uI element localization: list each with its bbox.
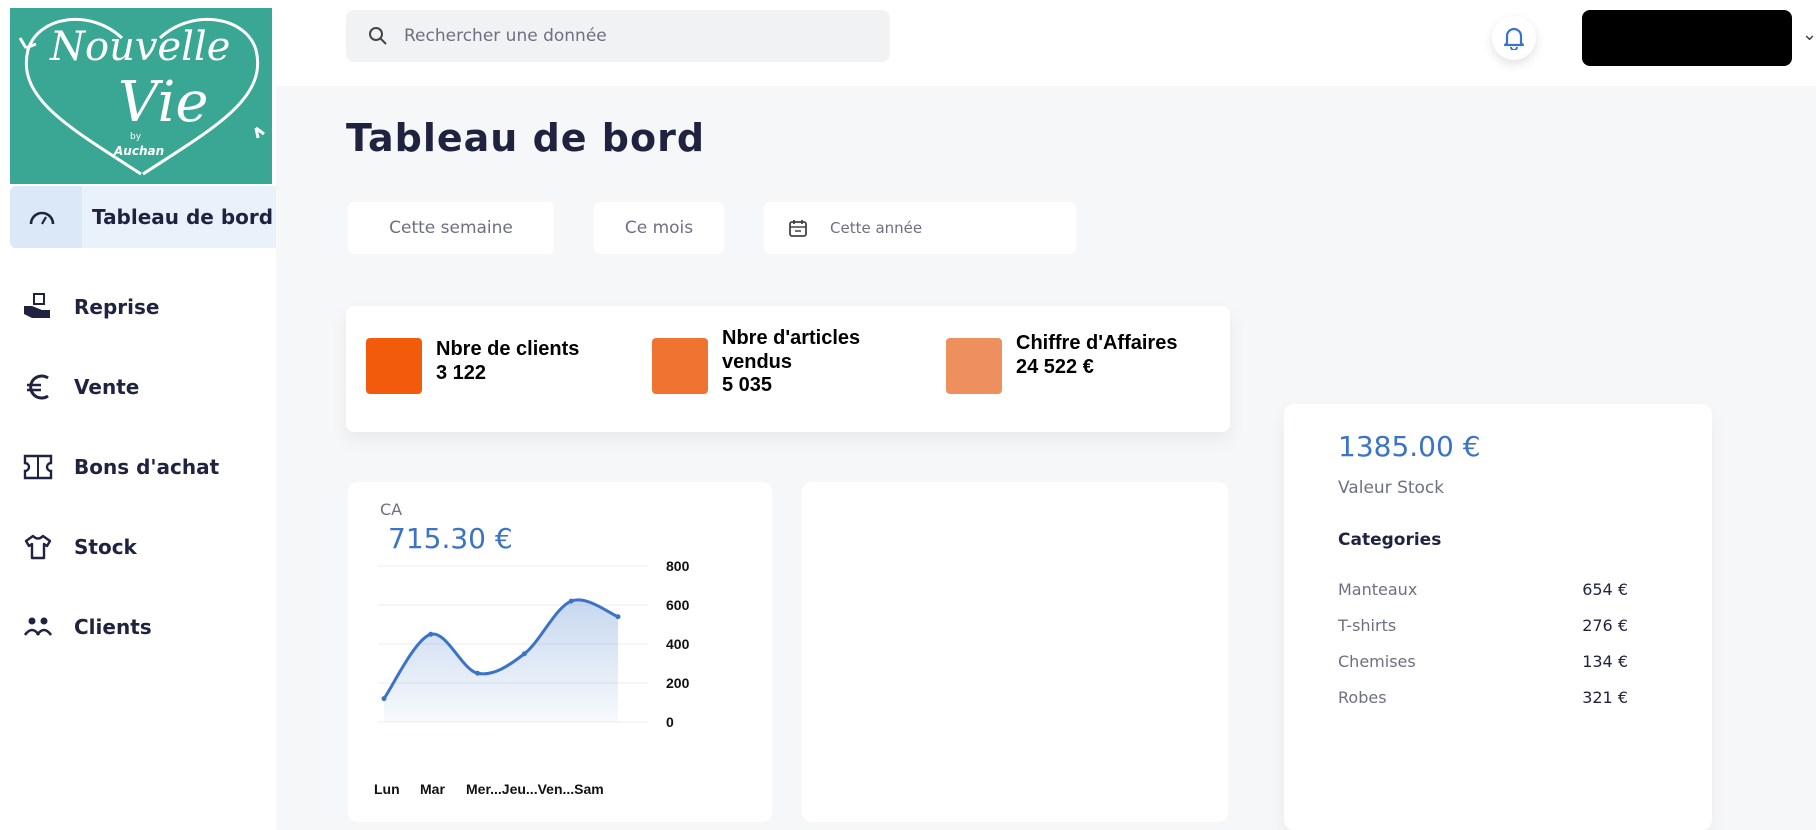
sidebar-item-stock[interactable]: Stock [0,516,276,578]
category-name: Robes [1338,688,1387,707]
chevron-down-icon[interactable]: ⌄ [1802,24,1816,45]
page-title: Tableau de bord [346,116,706,160]
sidebar-item-vente[interactable]: Vente [0,356,276,418]
category-value: 134 € [1582,652,1628,671]
data-point [615,614,621,620]
filter-year-button[interactable]: Cette année [764,202,1076,254]
sidebar-item-bons-dachat[interactable]: Bons d'achat [0,436,276,498]
kpi-value: 5 035 [722,374,773,396]
sidebar-item-label: Bons d'achat [74,455,220,479]
search-bar[interactable] [346,10,890,62]
sidebar-item-clients[interactable]: Clients [0,596,276,658]
calendar-icon [788,218,808,238]
voucher-icon [18,454,58,480]
category-row: T-shirts 276 € [1338,616,1628,640]
users-icon [18,615,58,639]
sidebar-item-label: Tableau de bord [92,205,274,229]
kpi-value: 3 122 [436,362,487,384]
data-point [381,696,387,702]
sidebar-item-label: Reprise [74,295,160,319]
kpi-color-swatch [946,338,1002,394]
filter-week-button[interactable]: Cette semaine [348,202,554,254]
kpi-card: Nbre de clients 3 122 Nbre d'articles ven… [346,306,1230,432]
y-tick-label: 200 [666,675,690,691]
stock-value: 1385.00 € [1338,430,1481,463]
kpi-color-swatch [652,338,708,394]
data-point [521,651,527,657]
gauge-icon [22,208,62,226]
ca-card: CA 715.30 € 800 600 400 200 0 Lun Mar Mer...Jeu… [348,482,772,822]
y-tick-label: 600 [666,597,690,613]
x-tick-label: Lun [374,781,400,797]
kpi-label-line: Nbre d'articles [722,327,861,349]
kpi-label: Nbre de clients [436,338,580,360]
user-account-redacted[interactable] [1582,10,1792,66]
y-tick-label: 0 [666,714,674,730]
category-value: 276 € [1582,616,1628,635]
category-row: Robes 321 € [1338,688,1628,712]
filter-month-button[interactable]: Ce mois [594,202,724,254]
filter-label: Cette année [830,219,923,237]
brand-logo[interactable]: Nouvelle Vie by Auchan [10,8,272,184]
top-bar: ⌄ [276,0,1816,86]
y-tick-label: 800 [666,558,690,574]
sidebar-item-label: Clients [74,615,152,639]
tshirt-icon [18,533,58,561]
search-icon[interactable] [368,26,388,46]
stock-card: 1385.00 € Valeur Stock Categories Mantea… [1284,404,1712,830]
logo-text: Nouvelle [50,24,231,70]
kpi-color-swatch [366,338,422,394]
category-name: Chemises [1338,652,1416,671]
category-value: 321 € [1582,688,1628,707]
empty-card [802,482,1228,822]
sidebar-item-label: Stock [74,535,137,559]
series-area [384,599,618,722]
sidebar-item-label: Vente [74,375,140,399]
category-row: Chemises 134 € [1338,652,1628,676]
kpi-label: Nbre d'articles vendus [722,326,860,374]
euro-icon [18,373,58,401]
kpi-label: Chiffre d'Affaires [1016,332,1178,354]
main-content: Tableau de bord Cette semaine Ce mois Ce… [276,86,1816,830]
x-tick-label: Mer...Jeu...Ven...Sam [466,781,604,797]
category-name: T-shirts [1338,616,1397,635]
data-point [568,598,574,604]
filter-label: Cette semaine [389,218,513,238]
ca-line-chart: 800 600 400 200 0 Lun Mar Mer...Jeu...Ven...Sam [374,558,690,797]
sidebar: Nouvelle Vie by Auchan Tableau de bord R… [0,0,276,830]
logo-brand: Auchan [114,144,165,158]
stock-label: Valeur Stock [1338,478,1445,498]
filter-label: Ce mois [624,218,694,238]
data-point [428,631,434,637]
search-input[interactable] [404,26,824,46]
sidebar-item-tableau-de-bord[interactable]: Tableau de bord [10,186,276,248]
category-name: Manteaux [1338,580,1418,599]
y-tick-label: 400 [666,636,690,652]
kpi-value: 24 522 € [1016,356,1094,378]
categories-title: Categories [1338,530,1442,550]
kpi-label-line: vendus [722,351,793,373]
data-point [475,670,481,676]
logo-by: by [130,132,142,142]
sidebar-item-reprise[interactable]: Reprise [0,276,276,338]
x-tick-label: Mar [420,781,445,797]
category-value: 654 € [1582,580,1628,599]
hand-box-icon [18,292,58,322]
bell-icon [1503,27,1525,50]
notifications-button[interactable] [1492,16,1536,60]
category-row: Manteaux 654 € [1338,580,1628,604]
logo-text: Vie [118,70,209,135]
